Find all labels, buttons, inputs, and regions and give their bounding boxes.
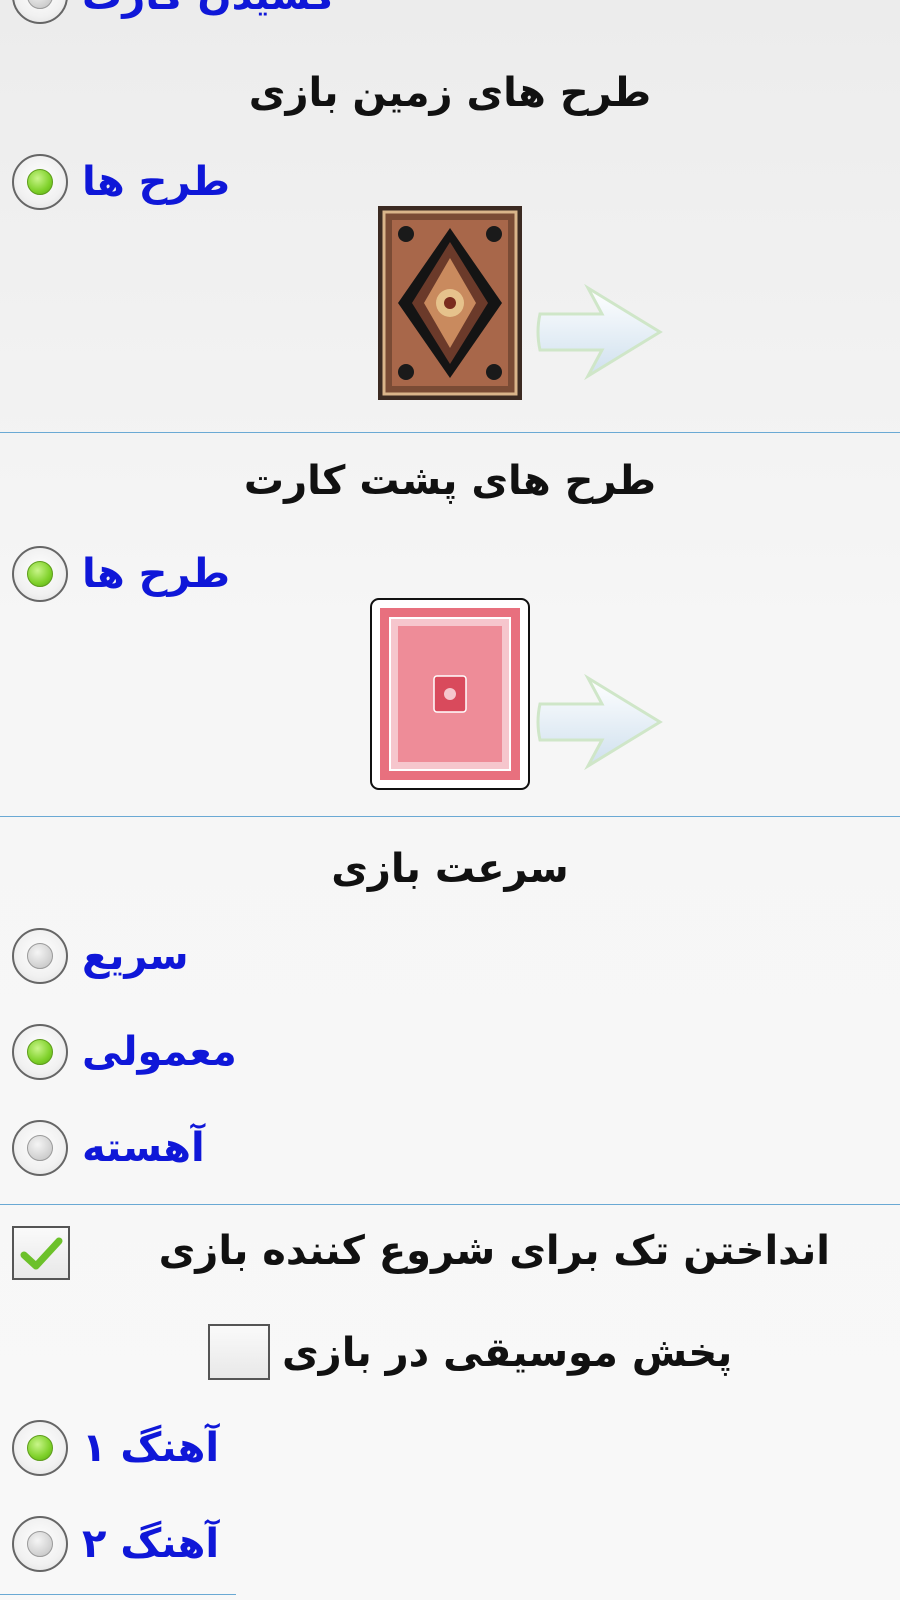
speed-fast-label: سریع xyxy=(82,933,189,979)
next-card-back-design-arrow-icon[interactable] xyxy=(536,674,664,770)
divider-1 xyxy=(0,432,900,433)
checkmark-icon xyxy=(20,1237,63,1270)
song-1-radio[interactable] xyxy=(12,1420,68,1476)
divider-2 xyxy=(0,816,900,817)
card-back-designs-title: طرح های پشت کارت xyxy=(243,458,657,504)
speed-normal-label: معمولی xyxy=(82,1029,237,1075)
card-back-designs-label: طرح ها xyxy=(82,551,231,597)
game-speed-title: سرعت بازی xyxy=(331,846,569,892)
song-2-label: آهنگ ۲ xyxy=(82,1521,220,1567)
song-1-option[interactable]: آهنگ ۱ xyxy=(12,1418,219,1478)
card-back-designs-radio[interactable] xyxy=(12,546,68,602)
speed-slow-radio[interactable] xyxy=(12,1120,68,1176)
table-designs-option[interactable]: طرح ها xyxy=(12,152,230,212)
card-back-preview-image[interactable] xyxy=(370,598,530,790)
speed-slow-label: آهسته xyxy=(82,1125,205,1171)
card-back-designs-option[interactable]: طرح ها xyxy=(12,544,230,604)
table-designs-title: طرح های زمین بازی xyxy=(248,70,652,116)
song-1-label: آهنگ ۱ xyxy=(82,1425,220,1471)
bottom-divider xyxy=(0,1594,236,1595)
music-label[interactable]: پخش موسیقی در بازی xyxy=(282,1330,732,1376)
song-2-radio[interactable] xyxy=(12,1516,68,1572)
speed-option-fast[interactable]: سریع xyxy=(12,926,189,986)
draw-card-option[interactable]: کشیدن کارت xyxy=(12,0,335,26)
starter-single-card-checkbox[interactable] xyxy=(12,1226,70,1280)
speed-normal-radio[interactable] xyxy=(12,1024,68,1080)
speed-option-slow[interactable]: آهسته xyxy=(12,1118,205,1178)
speed-fast-radio[interactable] xyxy=(12,928,68,984)
speed-option-normal[interactable]: معمولی xyxy=(12,1022,237,1082)
starter-single-card-label[interactable]: انداختن تک برای شروع کننده بازی xyxy=(159,1228,830,1274)
draw-card-radio[interactable] xyxy=(12,0,68,24)
music-checkbox[interactable] xyxy=(208,1324,270,1380)
table-designs-radio[interactable] xyxy=(12,154,68,210)
song-2-option[interactable]: آهنگ ۲ xyxy=(12,1514,219,1574)
table-designs-label: طرح ها xyxy=(82,159,231,205)
next-table-design-arrow-icon[interactable] xyxy=(536,284,664,380)
draw-card-label: کشیدن کارت xyxy=(82,0,335,19)
carpet-preview-image[interactable] xyxy=(378,206,522,400)
divider-3 xyxy=(0,1204,900,1205)
